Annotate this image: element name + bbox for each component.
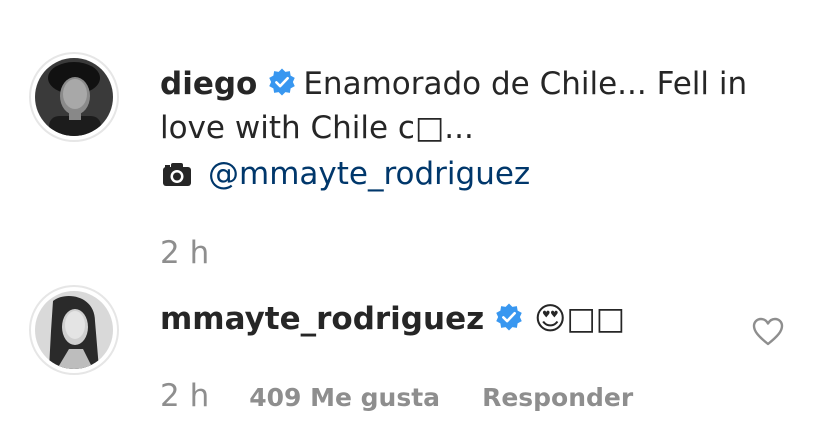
reply-button[interactable]: Responder xyxy=(482,383,633,412)
avatar-diego[interactable] xyxy=(29,52,119,142)
comment-timestamp[interactable]: 2 h xyxy=(160,233,209,273)
comment-timestamp[interactable]: 2 h xyxy=(160,378,209,414)
comments-thread: diego Enamorado de Chile... Fell in love… xyxy=(0,0,825,442)
avatar-photo xyxy=(35,58,113,136)
comment-caption: diego Enamorado de Chile... Fell in love… xyxy=(160,62,760,150)
username[interactable]: mmayte_rodriguez xyxy=(160,301,484,337)
comment-meta-row: 2 h 409 Me gusta Responder xyxy=(160,378,675,414)
username[interactable]: diego xyxy=(160,66,257,102)
avatar-photo xyxy=(35,291,113,369)
verified-badge-icon xyxy=(496,303,522,331)
comment-text: 😍□□ xyxy=(534,301,626,337)
likes-count-button[interactable]: 409 Me gusta xyxy=(249,383,440,412)
reply-comment: mmayte_rodriguez 😍□□ xyxy=(160,297,625,341)
photo-credit: @mmayte_rodriguez xyxy=(160,152,530,196)
avatar-mmayte-rodriguez[interactable] xyxy=(29,285,119,375)
photo-credit-mention[interactable]: @mmayte_rodriguez xyxy=(208,152,530,196)
camera-icon xyxy=(163,163,191,186)
verified-badge-icon xyxy=(269,68,296,96)
heart-outline-icon[interactable] xyxy=(752,317,784,347)
